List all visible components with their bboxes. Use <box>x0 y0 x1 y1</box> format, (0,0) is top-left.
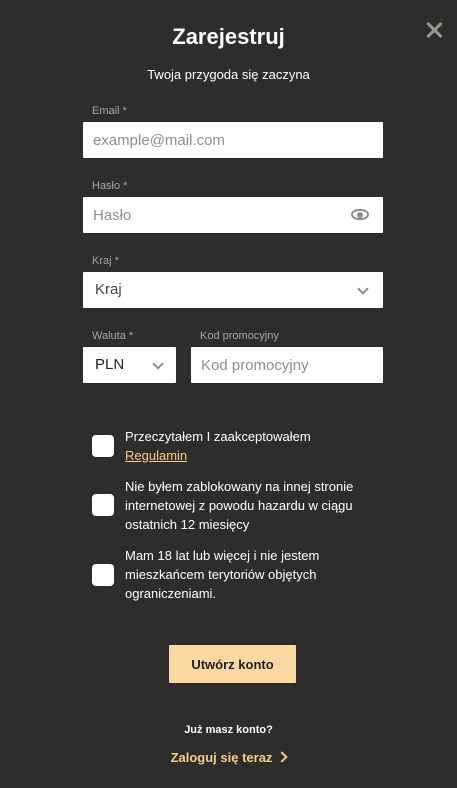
chevron-right-icon <box>276 751 289 763</box>
password-field[interactable] <box>83 197 383 233</box>
email-field-wrapper <box>83 122 383 158</box>
email-field[interactable] <box>83 122 383 158</box>
age-checkbox[interactable] <box>92 564 114 586</box>
eye-icon[interactable] <box>351 209 369 220</box>
country-select[interactable]: Kraj <box>83 272 383 308</box>
age-text: Mam 18 lat lub więcej i nie jestem miesz… <box>125 548 320 601</box>
password-field-wrapper <box>83 197 383 233</box>
password-label: Hasło * <box>92 180 128 192</box>
have-account-text: Już masz konto? <box>184 724 273 736</box>
currency-select-value: PLN <box>95 356 125 373</box>
create-account-button[interactable]: Utwórz konto <box>169 645 296 683</box>
promo-field-wrapper <box>191 347 383 383</box>
page-title: Zarejestruj <box>172 24 285 49</box>
country-label: Kraj * <box>92 255 119 267</box>
country-select-value: Kraj <box>95 281 122 298</box>
chevron-down-icon <box>357 283 369 295</box>
terms-text: Przeczytałem I zaakceptowałem Regulamin <box>125 427 375 465</box>
currency-select[interactable]: PLN <box>83 347 176 383</box>
currency-label: Waluta * <box>92 330 134 342</box>
email-label: Email * <box>92 105 127 117</box>
promo-label: Kod promocyjny <box>200 330 279 342</box>
terms-checkbox[interactable] <box>92 435 114 457</box>
page-subtitle: Twoja przygoda się zaczyna <box>147 67 310 82</box>
not-blocked-checkbox[interactable] <box>92 494 114 516</box>
terms-label: Przeczytałem I zaakceptowałem <box>125 429 311 444</box>
promo-field[interactable] <box>191 347 383 383</box>
not-blocked-text: Nie byłem zablokowany na innej stronie i… <box>125 479 354 532</box>
login-link-label: Zaloguj się teraz <box>170 750 273 765</box>
login-link[interactable]: Zaloguj się teraz <box>0 750 457 765</box>
terms-link[interactable]: Regulamin <box>125 448 187 463</box>
chevron-down-icon <box>152 358 164 370</box>
